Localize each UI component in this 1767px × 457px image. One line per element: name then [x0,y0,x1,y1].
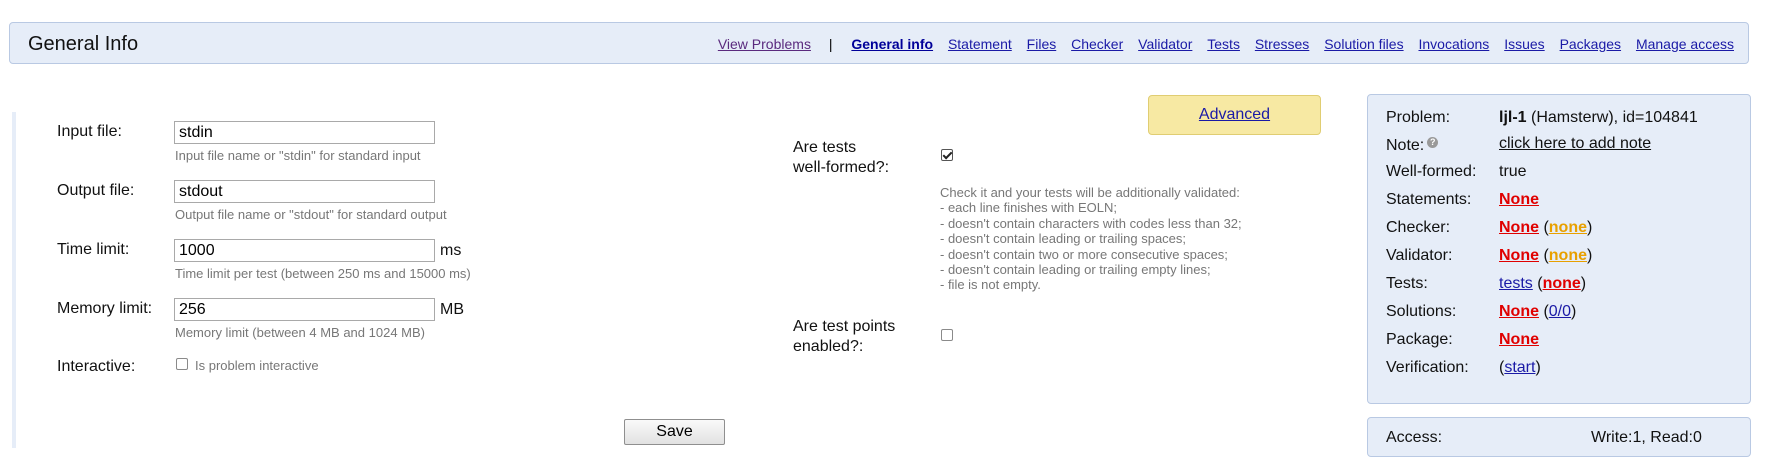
nav-solution-files[interactable]: Solution files [1324,36,1403,52]
nav-files[interactable]: Files [1027,36,1057,52]
well-formed-label-1: Are tests [793,139,857,156]
problem-name: ljl-1 [1499,109,1527,126]
validator-value-wrap: None (none) [1499,247,1593,264]
output-file-hint: Output file name or "stdout" for standar… [175,207,447,222]
validation-help-line: - each line finishes with EOLN; [940,200,1118,216]
checker-sub-link[interactable]: none [1549,219,1587,236]
validation-help-line: - doesn't contain leading or trailing em… [940,262,1211,278]
time-limit-hint: Time limit per test (between 250 ms and … [175,266,471,281]
advanced-box: Advanced [1148,95,1321,135]
validator-sub-link[interactable]: none [1549,247,1587,264]
save-button[interactable]: Save [624,419,725,445]
output-file-field[interactable] [174,180,435,203]
validation-help-line: Check it and your tests will be addition… [940,185,1240,200]
input-file-label: Input file: [57,123,122,140]
tests-sub-link[interactable]: none [1543,275,1581,292]
nav-invocations[interactable]: Invocations [1418,36,1489,52]
time-limit-unit: ms [440,242,462,259]
input-file-hint: Input file name or "stdin" for standard … [175,148,421,163]
nav-separator: | [828,36,833,52]
validator-value[interactable]: None [1499,247,1539,264]
solutions-label: Solutions: [1386,303,1457,320]
nav-stresses[interactable]: Stresses [1255,36,1309,52]
memory-limit-hint: Memory limit (between 4 MB and 1024 MB) [175,325,425,340]
checker-label: Checker: [1386,219,1451,236]
problem-info-panel: Problem: ljl-1 (Hamsterw), id=104841 Not… [1367,94,1751,404]
solutions-value-wrap: None (0/0) [1499,303,1577,320]
top-nav: View Problems | General info Statement F… [718,36,1734,52]
problem-value: ljl-1 (Hamsterw), id=104841 [1499,109,1698,127]
note-label: Note: [1386,137,1425,154]
verification-label: Verification: [1386,359,1469,376]
nav-checker[interactable]: Checker [1071,36,1123,52]
page-title: General Info [28,33,139,55]
output-file-label: Output file: [57,182,135,199]
test-points-checkbox[interactable] [941,329,953,341]
validation-help-line: - file is not empty. [940,277,1041,293]
validation-help-line: - doesn't contain leading or trailing sp… [940,231,1187,247]
interactive-checkbox[interactable] [176,358,188,370]
help-icon[interactable]: ? [1427,137,1439,148]
nav-statement[interactable]: Statement [948,36,1012,52]
nav-manage-access[interactable]: Manage access [1636,36,1734,52]
validation-help-line: - doesn't contain two or more consecutiv… [940,246,1228,262]
checker-value-wrap: None (none) [1499,219,1593,236]
left-accent-bar [12,112,16,448]
well-formed-status-label: Well-formed: [1386,163,1477,180]
nav-issues[interactable]: Issues [1504,36,1544,52]
validation-help: Check it and your tests will be addition… [940,185,1242,293]
well-formed-status-value: true [1499,163,1527,180]
verification-start-link[interactable]: start [1504,359,1535,376]
time-limit-field[interactable] [174,239,435,262]
nav-general-info[interactable]: General info [851,36,933,52]
memory-limit-field[interactable] [174,298,435,321]
nav-tests[interactable]: Tests [1207,36,1240,52]
add-note-link[interactable]: click here to add note [1499,135,1651,153]
tests-label: Tests: [1386,275,1428,292]
well-formed-label-2: well-formed?: [793,159,890,176]
well-formed-checkbox[interactable] [941,149,953,161]
interactive-checkbox-label: Is problem interactive [195,358,319,373]
note-label-wrap: Note:? [1386,137,1439,155]
package-value[interactable]: None [1499,331,1539,348]
validator-label: Validator: [1386,247,1453,264]
solutions-value[interactable]: None [1499,303,1539,320]
verification-value-wrap: (start) [1499,359,1541,376]
problem-owner: (Hamsterw), id=104841 [1526,109,1698,126]
problem-label: Problem: [1386,109,1451,126]
memory-limit-unit: MB [440,301,464,318]
interactive-label: Interactive: [57,358,136,375]
access-panel: Access: Write:1, Read:0 [1367,417,1751,457]
input-file-field[interactable] [174,121,435,144]
nav-validator[interactable]: Validator [1138,36,1192,52]
header-bar: General Info View Problems | General inf… [9,22,1749,64]
checker-value[interactable]: None [1499,219,1539,236]
time-limit-label: Time limit: [57,241,130,258]
package-value-wrap: None [1499,331,1539,349]
access-value: Write:1, Read:0 [1591,429,1702,446]
advanced-link[interactable]: Advanced [1199,106,1270,123]
solutions-count-link[interactable]: 0/0 [1549,303,1571,320]
test-points-label-1: Are test points [793,318,896,335]
memory-limit-label: Memory limit: [57,300,153,317]
statements-value-wrap: None [1499,191,1539,209]
tests-link[interactable]: tests [1499,275,1533,292]
statements-label: Statements: [1386,191,1472,208]
test-points-label-2: enabled?: [793,338,864,355]
access-label: Access: [1386,429,1443,446]
package-label: Package: [1386,331,1453,348]
nav-packages[interactable]: Packages [1560,36,1621,52]
validation-help-line: - doesn't contain characters with codes … [940,215,1242,231]
tests-value-wrap: tests (none) [1499,275,1587,292]
statements-value[interactable]: None [1499,191,1539,208]
nav-view-problems[interactable]: View Problems [718,36,811,52]
